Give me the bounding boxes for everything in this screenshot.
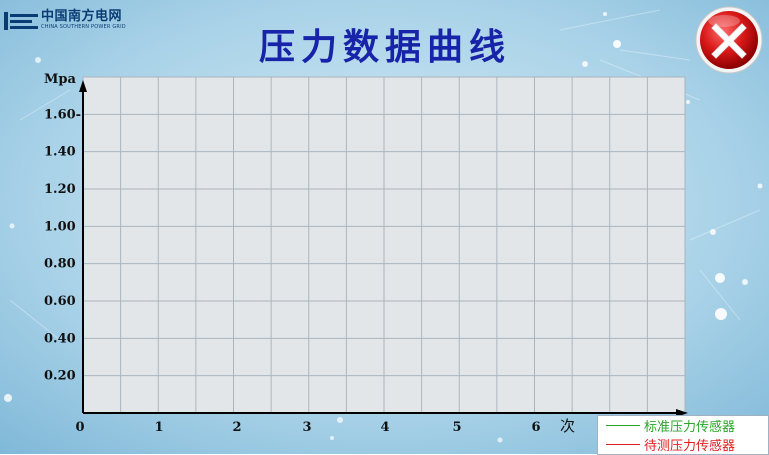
legend-label-standard: 标准压力传感器 <box>644 420 736 435</box>
y-tick-label: 0.80 <box>44 257 76 272</box>
x-tick-label: 1 <box>154 420 163 435</box>
x-tick-label: 6 <box>531 420 540 435</box>
legend-label-test: 待测压力传感器 <box>644 439 736 454</box>
legend-item-standard: 标准压力传感器 <box>598 416 768 435</box>
y-tick-label: 1.60- <box>44 107 81 122</box>
y-tick-label: 0.40 <box>44 331 76 346</box>
y-tick-label: 1.40 <box>44 145 76 160</box>
legend-item-test: 待测压力传感器 <box>598 435 768 454</box>
x-tick-label: 2 <box>232 420 241 435</box>
x-axis-label: 次 <box>560 417 575 435</box>
x-tick-labels: 0 1 2 3 4 5 6 <box>75 420 540 435</box>
y-tick-label: 1.20 <box>44 182 76 197</box>
y-tick-label: 0.20 <box>44 369 76 384</box>
legend-line-standard <box>606 425 640 426</box>
y-tick-labels: 1.60- 1.40 1.20 1.00 0.80 0.60 0.40 0.20 <box>44 107 81 383</box>
x-tick-label: 3 <box>302 420 311 435</box>
pressure-chart: 1.60- 1.40 1.20 1.00 0.80 0.60 0.40 0.20 0 1 2 3 4 5… <box>44 72 688 435</box>
x-tick-label: 4 <box>380 420 389 435</box>
y-axis-label: Mpa <box>44 72 76 87</box>
chart-legend: 标准压力传感器 待测压力传感器 <box>597 415 769 455</box>
y-tick-label: 0.60 <box>44 294 76 309</box>
x-tick-label: 5 <box>452 420 461 435</box>
y-tick-label: 1.00 <box>44 219 76 234</box>
legend-line-test <box>606 444 640 445</box>
x-tick-label: 0 <box>75 420 84 435</box>
